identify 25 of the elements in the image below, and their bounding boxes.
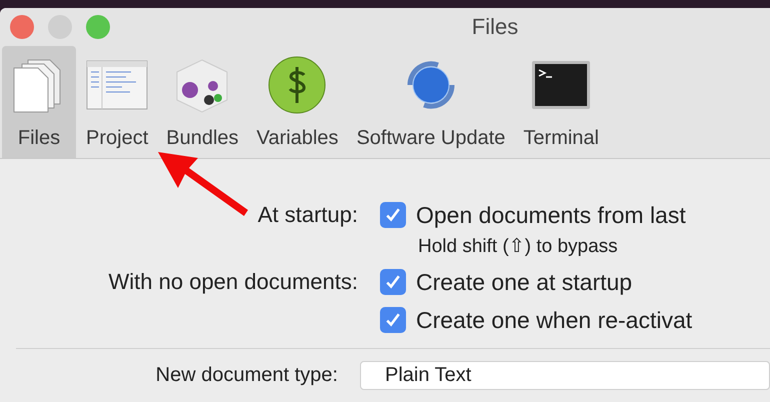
window-title: Files xyxy=(470,14,520,40)
terminal-icon xyxy=(531,60,592,110)
checkmark-icon xyxy=(384,273,402,291)
checkbox[interactable] xyxy=(380,269,406,295)
toolbar-tab[interactable]: Project xyxy=(78,46,156,158)
toolbar-tab[interactable]: Terminal xyxy=(515,46,607,158)
document-type-popup[interactable]: Plain Text xyxy=(360,361,770,390)
setting-label: At startup: xyxy=(258,202,358,227)
dollar-coin-icon xyxy=(267,55,328,115)
toolbar-tab[interactable]: Variables xyxy=(248,46,346,158)
close-button[interactable] xyxy=(10,15,34,39)
toolbar-tab[interactable]: Bundles xyxy=(158,46,247,158)
checkbox[interactable] xyxy=(380,202,406,228)
toolbar-tab[interactable]: Software Update xyxy=(348,46,514,158)
checkbox-label[interactable]: Create one when re-activat xyxy=(416,306,692,334)
setting-label: With no open documents: xyxy=(108,269,358,294)
checkbox-label[interactable]: Create one at startup xyxy=(416,268,632,296)
toolbar-tab[interactable]: Files xyxy=(2,46,76,158)
checkbox-label[interactable]: Open documents from last xyxy=(416,202,686,228)
checkmark-icon xyxy=(384,206,402,224)
checkbox[interactable] xyxy=(380,307,406,333)
setting-label: New document type: xyxy=(156,364,338,386)
project-window-icon xyxy=(86,60,148,110)
checkmark-icon xyxy=(384,311,402,329)
hint-text: Hold shift (⇧) to bypass xyxy=(417,235,619,258)
